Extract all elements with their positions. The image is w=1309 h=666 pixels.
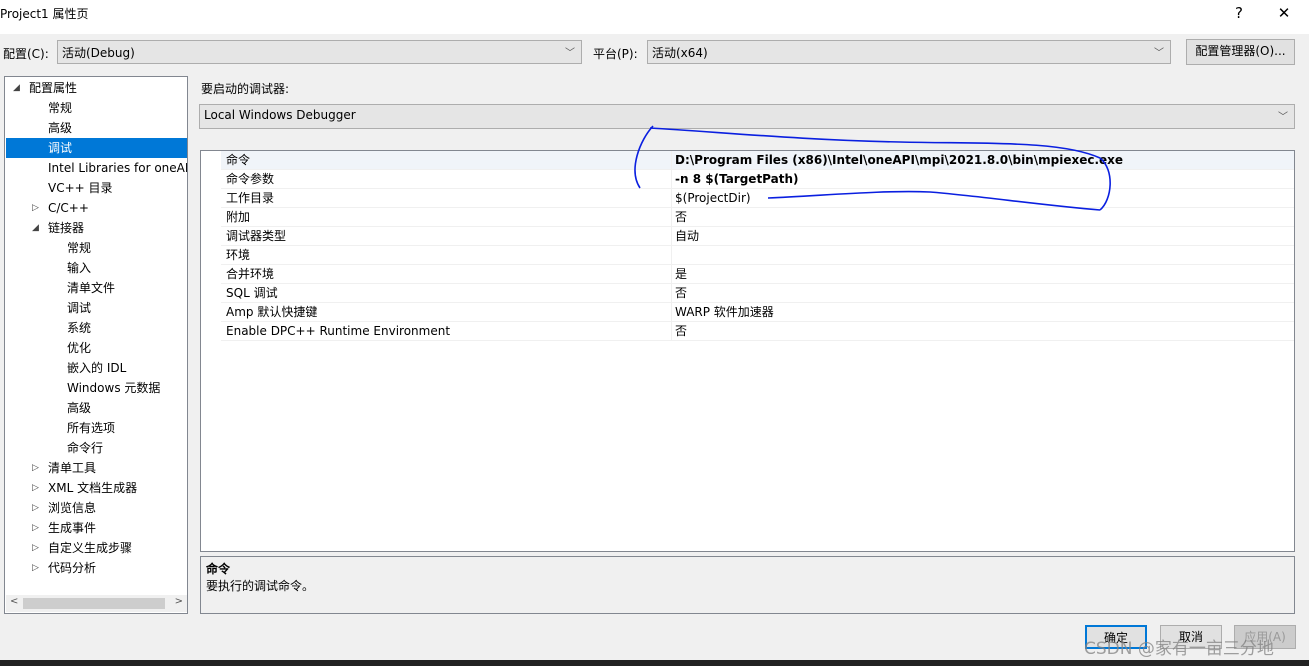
hand-drawn-annotation <box>634 125 1111 211</box>
annotation-stroke <box>634 125 1111 211</box>
